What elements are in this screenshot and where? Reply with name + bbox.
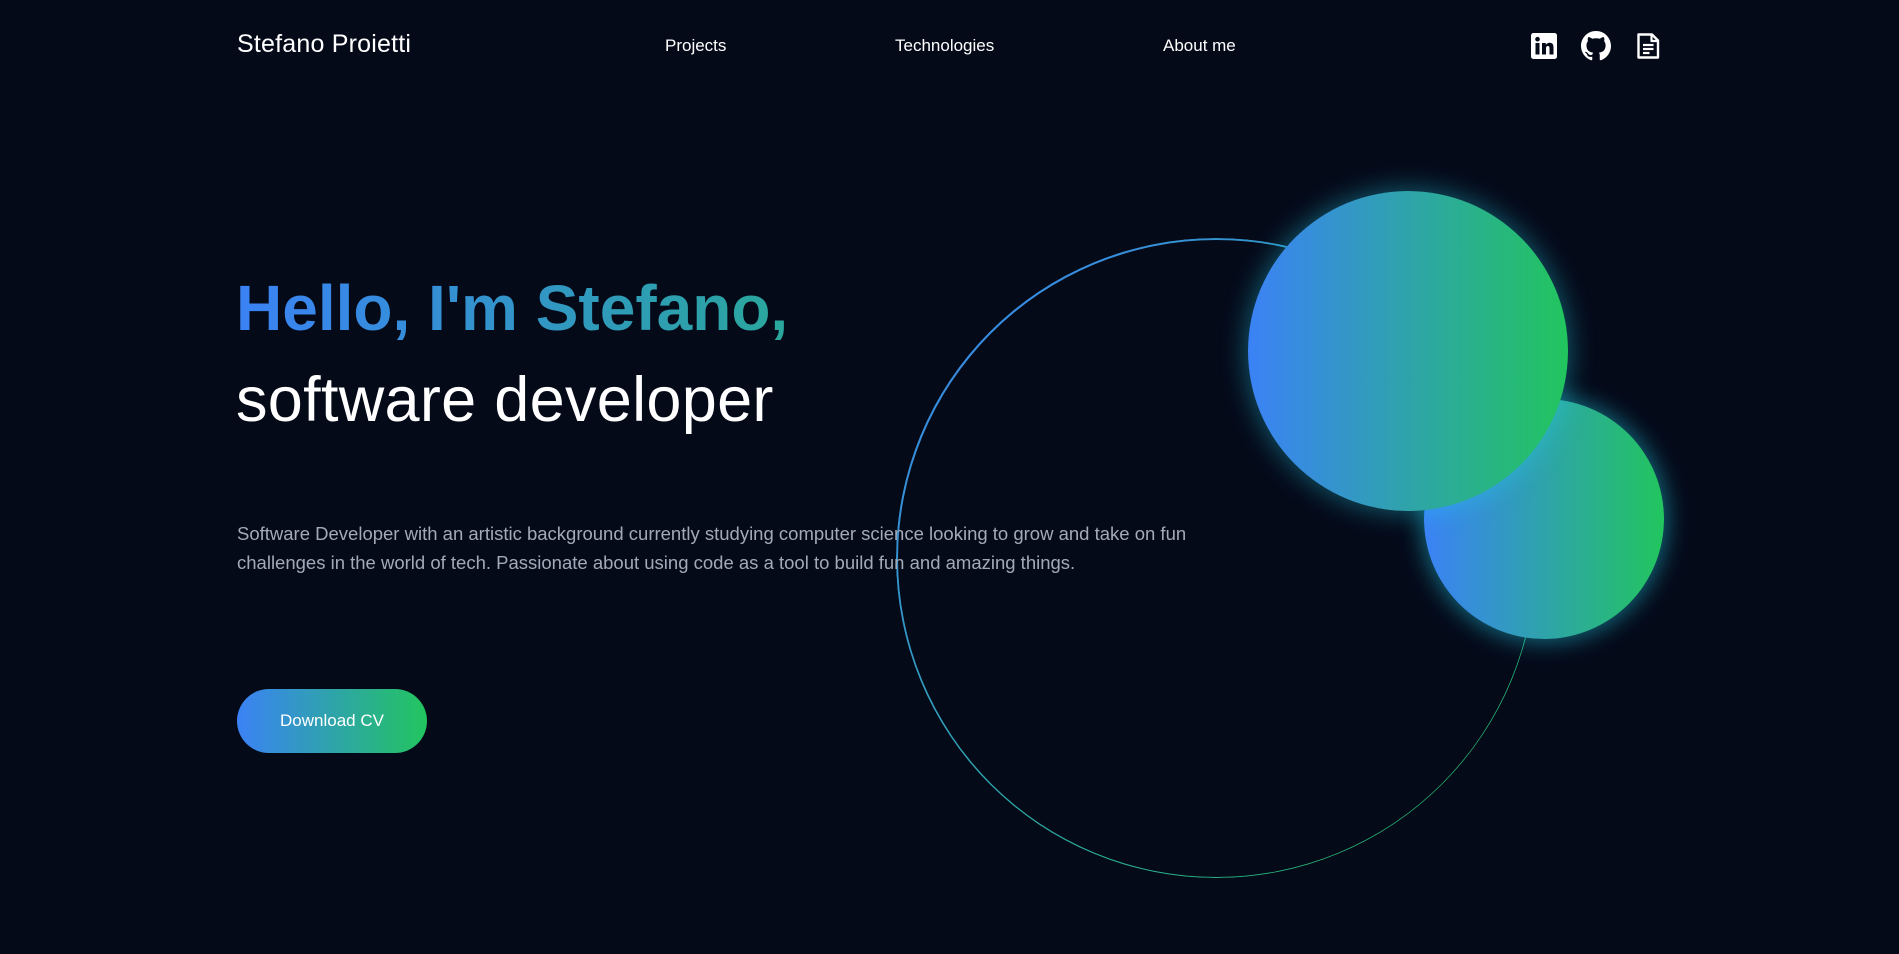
hero-role: software developer (236, 365, 774, 435)
download-cv-button[interactable]: Download CV (237, 689, 427, 753)
page: Stefano Proietti Projects Technologies A… (0, 0, 1899, 954)
linkedin-icon[interactable] (1529, 31, 1559, 61)
small-gradient-orb (1424, 399, 1664, 639)
github-icon[interactable] (1581, 31, 1611, 61)
nav-link-technologies[interactable]: Technologies (895, 36, 994, 56)
hero-decoration (0, 0, 1899, 954)
nav-link-about[interactable]: About me (1163, 36, 1236, 56)
brand-name[interactable]: Stefano Proietti (237, 30, 411, 59)
hero-greeting: Hello, I'm Stefano, (236, 268, 788, 348)
large-gradient-orb (1248, 191, 1568, 511)
nav-link-projects[interactable]: Projects (665, 36, 726, 56)
resume-icon[interactable] (1633, 31, 1663, 61)
hero-description: Software Developer with an artistic back… (237, 523, 1187, 573)
site-header: Stefano Proietti Projects Technologies A… (0, 0, 1899, 92)
